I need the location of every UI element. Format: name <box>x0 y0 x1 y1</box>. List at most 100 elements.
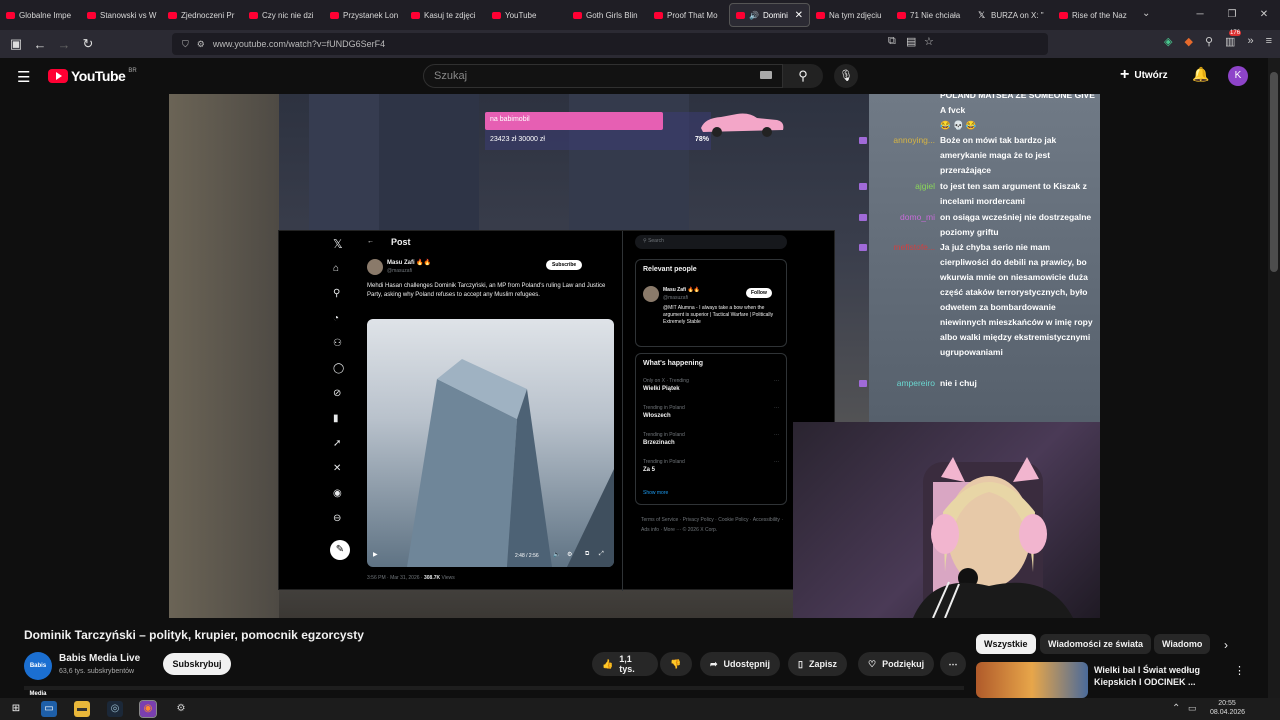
tray-clock[interactable]: 20:55 08.04.2026 <box>1210 699 1245 717</box>
minimize-icon[interactable]: ─ <box>1184 0 1216 30</box>
address-bar[interactable]: ⛉ ⚙ www.youtube.com/watch?v=fUNDG6SerF4 <box>172 33 1048 55</box>
steam-icon[interactable]: ◎ <box>107 701 123 717</box>
forward-icon[interactable]: → <box>52 37 76 52</box>
browser-tab[interactable]: 𝕏 BURZA on X: " <box>972 0 1053 30</box>
chat-text: to jest ten sam argument to Kiszak z inc… <box>940 181 1087 206</box>
fox-extension-icon[interactable]: ◆ <box>1185 35 1193 48</box>
x-footer-links: Terms of Service · Privacy Policy · Cook… <box>641 517 783 533</box>
extensions-icon[interactable]: ⚲ <box>1205 35 1213 48</box>
browser-tab[interactable]: Kasuj te zdjęci <box>405 0 486 30</box>
dislike-button[interactable]: 👎 <box>660 652 692 676</box>
notifications-bell-icon[interactable]: 🔔 <box>1192 66 1209 83</box>
menu-icon[interactable]: ☰ <box>17 68 30 86</box>
share-icon: ➦ <box>710 658 718 669</box>
trend-category: Trending in Poland <box>643 432 685 438</box>
video-player[interactable]: na babimobil 23423 zł 30000 zł 78% 𝕏 ⌂ ⚲… <box>169 94 1100 618</box>
youtube-icon <box>6 11 15 19</box>
keyboard-icon[interactable] <box>760 71 772 79</box>
chat-username: ajgiel <box>915 181 935 191</box>
page-scrollbar[interactable] <box>1268 58 1280 698</box>
picture-in-picture-icon[interactable]: ⧉ <box>888 35 896 48</box>
shield-icon[interactable]: ⛉ <box>182 39 189 50</box>
related-more-icon[interactable]: ⋮ <box>1234 664 1245 677</box>
monitor-app-icon[interactable]: ▭ <box>41 701 57 717</box>
relevant-name: Masu Zafi 🔥🔥 <box>663 287 700 293</box>
notifications-icon: ◔ <box>333 313 340 324</box>
browser-tab[interactable]: Goth Girls Blin <box>567 0 648 30</box>
browser-tab[interactable]: 🔊 Domini ✕ <box>729 3 810 27</box>
browser-tab[interactable]: Czy nic nie dzi <box>243 0 324 30</box>
tab-label: BURZA on X: " <box>991 10 1044 20</box>
windows-start-icon[interactable]: ⊞ <box>8 701 24 717</box>
browser-tab[interactable]: YouTube <box>486 0 567 30</box>
extension-badge-icon[interactable]: ▥ 176 <box>1225 30 1242 48</box>
vpn-extension-icon[interactable]: ◈ <box>1164 35 1172 48</box>
chat-text: 😂 💀 😂 <box>940 120 977 130</box>
youtube-icon <box>897 11 906 19</box>
reader-icon[interactable]: ▤ <box>906 35 916 48</box>
avatar[interactable]: K <box>1228 66 1248 86</box>
tab-list-chevron-icon[interactable]: ⌄ <box>1142 8 1150 19</box>
youtube-icon <box>87 11 96 19</box>
close-window-icon[interactable]: ✕ <box>1248 0 1280 30</box>
back-icon[interactable]: ← <box>28 37 52 52</box>
chip-world-news[interactable]: Wiadomości ze świata <box>1040 634 1151 654</box>
search-input[interactable]: Szukaj <box>423 64 783 88</box>
trend-category: Trending in Poland <box>643 459 685 465</box>
reload-icon[interactable]: ↻ <box>76 36 100 52</box>
channel-avatar[interactable]: Babis Media <box>24 652 52 697</box>
search-button[interactable]: ⚲ <box>783 64 823 88</box>
save-button[interactable]: ▯ Zapisz <box>788 652 847 676</box>
create-button[interactable]: + Utwórz <box>1120 66 1168 84</box>
chat-username: mefistofe... <box>893 242 935 252</box>
like-button[interactable]: 👍 1,1 tys. <box>592 652 658 676</box>
chat-badge-icon <box>859 244 867 251</box>
app-menu-icon[interactable]: ≡ <box>1266 35 1272 48</box>
browser-tab[interactable]: Proof That Mo <box>648 0 729 30</box>
file-explorer-icon[interactable]: ▬ <box>74 701 90 717</box>
video-settings-icon: ⚙ <box>567 552 573 558</box>
description-box-edge <box>24 686 964 690</box>
browser-tab[interactable]: Globalne Impe <box>0 0 81 30</box>
browser-tab[interactable]: Rise of the Naz <box>1053 0 1134 30</box>
sidebar-toggle-icon[interactable]: ▣ <box>4 36 28 52</box>
channel-name[interactable]: Babis Media Live <box>59 653 140 664</box>
speaker-icon[interactable]: 🔊 <box>749 11 759 20</box>
tab-close-icon[interactable]: ✕ <box>795 10 803 21</box>
chip-news[interactable]: Wiadomo <box>1154 634 1210 654</box>
bookmark-star-icon[interactable]: ☆ <box>924 35 934 48</box>
firefox-icon[interactable]: ◉ <box>139 700 157 718</box>
browser-tab[interactable]: 71 Nie chciała <box>891 0 972 30</box>
share-button[interactable]: ➦ Udostępnij <box>700 652 781 676</box>
browser-tab[interactable]: Na tym zdjęciu <box>810 0 891 30</box>
youtube-logo[interactable]: YouTube BR <box>48 68 137 84</box>
restore-icon[interactable]: ❐ <box>1216 0 1248 30</box>
voice-search-button[interactable]: 🎙 <box>834 64 858 88</box>
tray-chevron-icon[interactable]: ⌃ <box>1172 703 1180 714</box>
youtube-icon <box>1059 11 1068 19</box>
bookmarks-icon: ▮ <box>333 413 339 424</box>
related-video-title[interactable]: Wielki bal I Świat według Kiepskich I OD… <box>1094 664 1224 688</box>
more-actions-button[interactable]: ⋯ <box>940 652 966 676</box>
relevant-people-title: Relevant people <box>643 266 697 273</box>
chat-badge-icon <box>859 380 867 387</box>
donation-amount: 23423 zł 30000 zł <box>490 136 545 143</box>
app-icon[interactable]: ⚙ <box>173 701 189 717</box>
overflow-chevron-icon[interactable]: » <box>1247 35 1253 48</box>
post-back-icon: ← <box>367 238 374 245</box>
chip-all[interactable]: Wszystkie <box>976 634 1036 654</box>
related-thumbnail[interactable] <box>976 662 1088 698</box>
subscribe-button[interactable]: Subskrybuj <box>163 653 231 675</box>
browser-tab[interactable]: Zjednoczeni Pr <box>162 0 243 30</box>
network-icon[interactable]: ▭ <box>1188 703 1197 714</box>
thanks-icon: ♡ <box>868 658 877 669</box>
video-play-icon: ▶ <box>373 552 378 558</box>
browser-tab[interactable]: Przystanek Lon <box>324 0 405 30</box>
youtube-icon <box>492 11 501 19</box>
chips-next-chevron-icon[interactable]: › <box>1224 638 1228 652</box>
permissions-icon[interactable]: ⚙ <box>197 39 205 50</box>
browser-tab[interactable]: Stanowski vs W <box>81 0 162 30</box>
thanks-button[interactable]: ♡ Podziękuj <box>858 652 935 676</box>
scrollbar-thumb[interactable] <box>1270 72 1278 272</box>
share-label: Udostępnij <box>723 659 771 669</box>
